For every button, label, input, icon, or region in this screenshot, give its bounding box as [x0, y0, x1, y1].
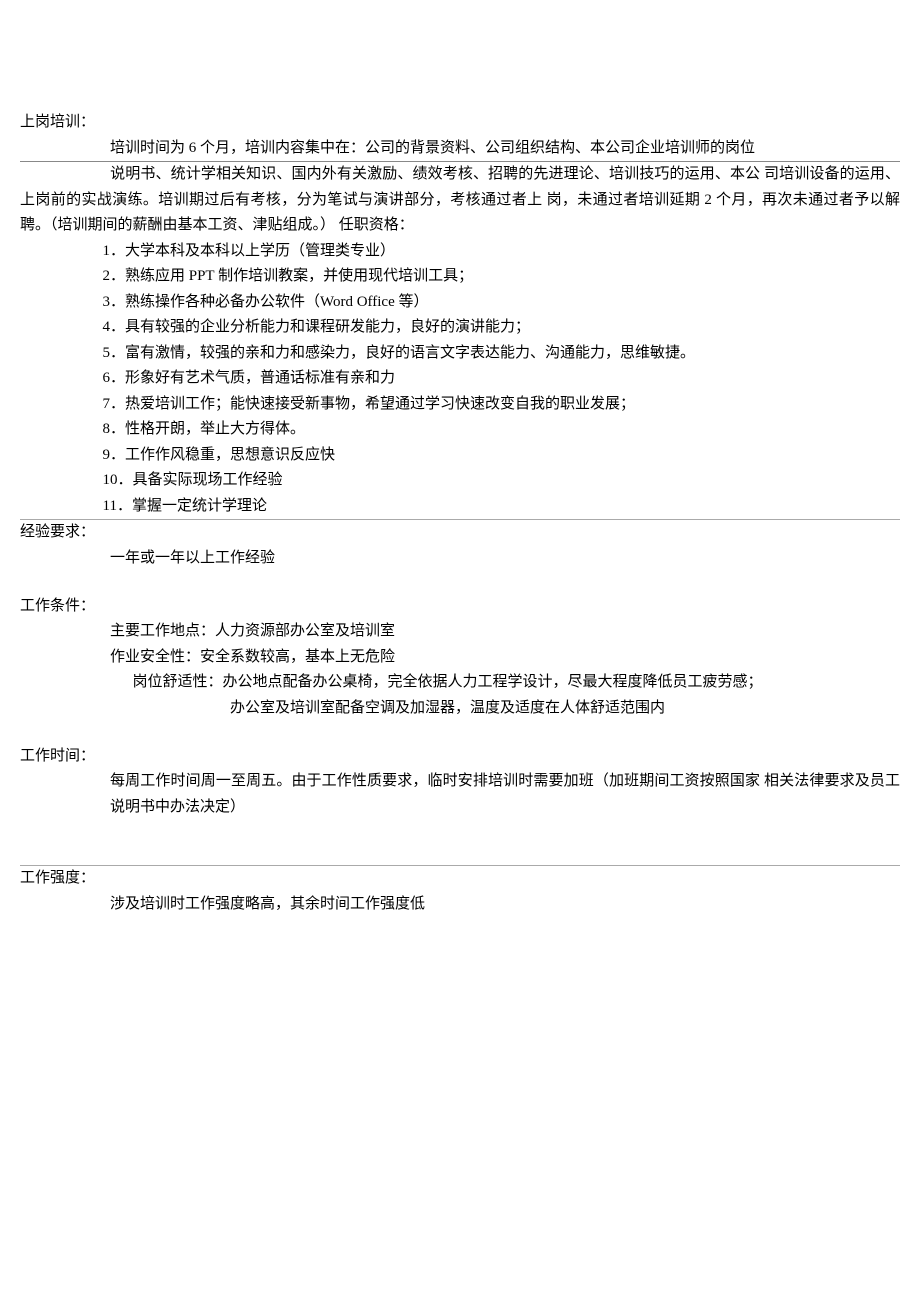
- list-item: 9．工作作风稳重，思想意识反应快: [103, 443, 901, 469]
- worktime-content: 每周工作时间周一至周五。由于工作性质要求，临时安排培训时需要加班（加班期间工资按…: [20, 769, 900, 820]
- conditions-line2: 作业安全性：安全系数较高，基本上无危险: [20, 645, 900, 671]
- list-item: 1．大学本科及本科以上学历（管理类专业）: [103, 239, 901, 265]
- training-line1: 培训时间为 6 个月，培训内容集中在：公司的背景资料、公司组织结构、本公司企业培…: [20, 136, 900, 162]
- intensity-content: 涉及培训时工作强度略高，其余时间工作强度低: [20, 892, 900, 918]
- section-work-time: 工作时间： 每周工作时间周一至周五。由于工作性质要求，临时安排培训时需要加班（加…: [20, 744, 900, 821]
- list-item: 3．熟练操作各种必备办公软件（Word Office 等）: [103, 290, 901, 316]
- section-work-conditions: 工作条件： 主要工作地点：人力资源部办公室及培训室 作业安全性：安全系数较高，基…: [20, 594, 900, 722]
- training-para2-text: 说明书、统计学相关知识、国内外有关激励、绩效考核、招聘的先进理论、培训技巧的运用…: [20, 166, 900, 233]
- list-item: 10．具备实际现场工作经验: [103, 468, 901, 494]
- conditions-line3: 岗位舒适性：办公地点配备办公桌椅，完全依据人力工程学设计，尽最大程度降低员工疲劳…: [20, 670, 900, 696]
- experience-content: 一年或一年以上工作经验: [20, 546, 900, 572]
- list-item: 11．掌握一定统计学理论: [103, 494, 901, 520]
- list-item: 6．形象好有艺术气质，普通话标准有亲和力: [103, 366, 901, 392]
- section-training: 上岗培训： 培训时间为 6 个月，培训内容集中在：公司的背景资料、公司组织结构、…: [20, 110, 900, 519]
- section-work-intensity: 工作强度： 涉及培训时工作强度略高，其余时间工作强度低: [20, 866, 900, 917]
- qualification-list: 1．大学本科及本科以上学历（管理类专业） 2．熟练应用 PPT 制作培训教案，并…: [20, 239, 900, 520]
- training-title: 上岗培训：: [20, 110, 900, 136]
- conditions-line1: 主要工作地点：人力资源部办公室及培训室: [20, 619, 900, 645]
- list-item: 8．性格开朗，举止大方得体。: [103, 417, 901, 443]
- list-item: 5．富有激情，较强的亲和力和感染力，良好的语言文字表达能力、沟通能力，思维敏捷。: [103, 341, 901, 367]
- conditions-line4: 办公室及培训室配备空调及加湿器，温度及适度在人体舒适范围内: [20, 696, 900, 722]
- list-item: 4．具有较强的企业分析能力和课程研发能力，良好的演讲能力；: [103, 315, 901, 341]
- list-item: 2．熟练应用 PPT 制作培训教案，并使用现代培训工具；: [103, 264, 901, 290]
- worktime-title: 工作时间：: [20, 744, 900, 770]
- conditions-title: 工作条件：: [20, 594, 900, 620]
- intensity-title: 工作强度：: [20, 866, 900, 892]
- experience-title: 经验要求：: [20, 520, 900, 546]
- section-experience: 经验要求： 一年或一年以上工作经验: [20, 520, 900, 571]
- training-para2: 说明书、统计学相关知识、国内外有关激励、绩效考核、招聘的先进理论、培训技巧的运用…: [20, 162, 900, 239]
- list-item: 7．热爱培训工作；能快速接受新事物，希望通过学习快速改变自我的职业发展；: [103, 392, 901, 418]
